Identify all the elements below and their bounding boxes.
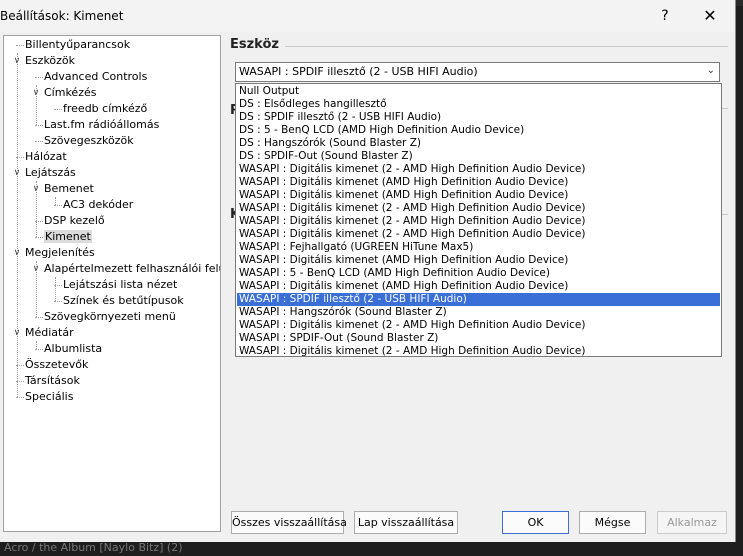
tree-item-label: Színek és betűtípusok [63, 294, 184, 307]
tree-item-label: Last.fm rádióállomás [44, 118, 160, 131]
tree-item[interactable]: Szövegkörnyezeti menü [44, 309, 176, 325]
title-bar: Beállítások: Kimenet ? ✕ [0, 0, 735, 32]
tree-item[interactable]: Eszközök [25, 53, 75, 69]
tree-connector [12, 37, 22, 53]
tree-item-label: freedb címkéző [63, 102, 148, 115]
reset-page-button[interactable]: Lap visszaállítása [354, 511, 458, 534]
tree-item[interactable]: Albumlista [44, 341, 102, 357]
tree-item-label: Társítások [25, 374, 80, 387]
tree-item-label: Eszközök [25, 54, 76, 67]
tree-item[interactable]: Szövegeszközök [44, 133, 134, 149]
dropdown-option[interactable]: WASAPI : Digitális kimenet (2 - AMD High… [237, 163, 720, 176]
tree-item[interactable]: Lejátszás [25, 165, 76, 181]
tree-item[interactable]: Advanced Controls [44, 69, 147, 85]
tree-item-label: Összetevők [25, 358, 89, 371]
help-button[interactable]: ? [655, 6, 675, 26]
tree-item[interactable]: Hálózat [25, 149, 67, 165]
tree-guide-line [36, 85, 37, 125]
dropdown-option[interactable]: WASAPI : Hangszórók (Sound Blaster Z) [237, 306, 720, 319]
device-section-title: Eszköz [230, 37, 279, 52]
tree-guide-line [36, 341, 37, 349]
tree-item[interactable]: DSP kezelő [44, 213, 105, 229]
tree-item-label: Szövegeszközök [44, 134, 134, 147]
reset-all-button[interactable]: Összes visszaállítása [231, 511, 347, 534]
tree-item[interactable]: Médiatár [25, 325, 74, 341]
tree-connector [31, 133, 41, 149]
tree-guide-line [36, 261, 37, 317]
tree-item-label: Advanced Controls [44, 70, 148, 83]
tree-item-label: Kimenet [44, 230, 92, 243]
tree-item[interactable]: Megjelenítés [25, 245, 95, 261]
output-device-combo[interactable]: WASAPI : SPDIF illesztő (2 - USB HIFI Au… [235, 62, 720, 82]
tree-item-label: Speciális [25, 390, 74, 403]
settings-tree[interactable]: Billentyűparancsok ∨ Eszközök Advanced Cont… [3, 35, 221, 532]
tree-item-label: Megjelenítés [25, 246, 95, 259]
chevron-down-icon: ⌄ [706, 65, 715, 76]
dropdown-option[interactable]: WASAPI : SPDIF-Out (Sound Blaster Z) [237, 332, 720, 345]
tree-item-label: Szövegkörnyezeti menü [44, 310, 176, 323]
tree-item[interactable]: Speciális [25, 389, 73, 405]
dropdown-option[interactable]: DS : SPDIF illesztő (2 - USB HIFI Audio) [237, 111, 720, 124]
tree-item[interactable]: Bemenet [44, 181, 94, 197]
tree-item-label: Bemenet [44, 182, 94, 195]
dropdown-option[interactable]: WASAPI : Digitális kimenet (2 - AMD High… [237, 228, 720, 241]
dropdown-option[interactable]: WASAPI : Digitális kimenet (AMD High Def… [237, 176, 720, 189]
tree-item[interactable]: freedb címkéző [63, 101, 147, 117]
close-button[interactable]: ✕ [700, 6, 720, 26]
ok-button[interactable]: OK [502, 511, 569, 534]
tree-item-label: Médiatár [25, 326, 74, 339]
tree-guide-line [36, 181, 37, 237]
tree-connector [50, 101, 60, 117]
preferences-dialog: Beállítások: Kimenet ? ✕ Billentyűparanc… [0, 0, 736, 542]
window-title: Beállítások: Kimenet [0, 9, 124, 23]
dropdown-option[interactable]: DS : Elsődleges hangillesztő [237, 98, 720, 111]
dropdown-option[interactable]: WASAPI : Digitális kimenet (AMD High Def… [237, 189, 720, 202]
dropdown-option[interactable]: WASAPI : Digitális kimenet (2 - AMD High… [237, 319, 720, 332]
tree-guide-line [55, 277, 56, 301]
tree-connector [31, 69, 41, 85]
dropdown-option[interactable]: WASAPI : Digitális kimenet (2 - AMD High… [237, 215, 720, 228]
hidden-divider [722, 214, 728, 215]
dropdown-option[interactable]: WASAPI : SPDIF illesztő (2 - USB HIFI Au… [237, 293, 720, 306]
tree-item-label: Címkézés [44, 86, 97, 99]
tree-item[interactable]: AC3 dekóder [63, 197, 133, 213]
dropdown-option[interactable]: Null Output [237, 85, 720, 98]
tree-item[interactable]: Címkézés [44, 85, 96, 101]
tree-item[interactable]: Alapértelmezett felhasználói felület [44, 261, 221, 277]
dropdown-option[interactable]: WASAPI : Digitális kimenet (2 - AMD High… [237, 202, 720, 215]
tree-item-label: DSP kezelő [44, 214, 105, 227]
tree-item-label: AC3 dekóder [63, 198, 134, 211]
dropdown-option[interactable]: DS : 5 - BenQ LCD (AMD High Definition A… [237, 124, 720, 137]
output-device-dropdown[interactable]: Null Output DS : Elsődleges hangillesztő D… [235, 83, 722, 357]
tree-item[interactable]: Színek és betűtípusok [63, 293, 184, 309]
dropdown-option[interactable]: DS : SPDIF-Out (Sound Blaster Z) [237, 150, 720, 163]
hidden-divider [722, 108, 728, 109]
tree-item[interactable]: Billentyűparancsok [25, 37, 130, 53]
dropdown-option[interactable]: WASAPI : Digitális kimenet (2 - AMD High… [237, 345, 720, 356]
tree-item-label: Lejátszás [25, 166, 76, 179]
tree-item-label: Lejátszási lista nézet [63, 278, 178, 291]
dropdown-option[interactable]: WASAPI : Fejhallgató (UGREEN HiTune Max5… [237, 241, 720, 254]
tree-item-label: Alapértelmezett felhasználói felület [44, 262, 221, 275]
tree-item-label: Hálózat [25, 150, 67, 163]
output-device-value: WASAPI : SPDIF illesztő (2 - USB HIFI Au… [239, 65, 478, 78]
tree-item-label: Albumlista [44, 342, 103, 355]
section-divider [285, 46, 728, 47]
dropdown-option[interactable]: DS : Hangszórók (Sound Blaster Z) [237, 137, 720, 150]
tree-guide-line [17, 53, 18, 397]
dropdown-option[interactable]: WASAPI : Digitális kimenet (AMD High Def… [237, 280, 720, 293]
tree-item[interactable]: Társítások [25, 373, 80, 389]
apply-button: Alkalmaz [657, 511, 727, 534]
tree-item[interactable]: Last.fm rádióállomás [44, 117, 159, 133]
tree-item[interactable]: Összetevők [25, 357, 88, 373]
cancel-button[interactable]: Mégse [579, 511, 646, 534]
tree-item[interactable]: Lejátszási lista nézet [63, 277, 177, 293]
dropdown-option[interactable]: WASAPI : Digitális kimenet (AMD High Def… [237, 254, 720, 267]
tree-guide-line [55, 197, 56, 205]
tree-item[interactable]: Kimenet [44, 229, 92, 245]
tree-item-label: Billentyűparancsok [25, 38, 131, 51]
background-window-text: Acro / the Album [Naylo Bitz] (2) [4, 541, 183, 554]
dropdown-option[interactable]: WASAPI : 5 - BenQ LCD (AMD High Definiti… [237, 267, 720, 280]
